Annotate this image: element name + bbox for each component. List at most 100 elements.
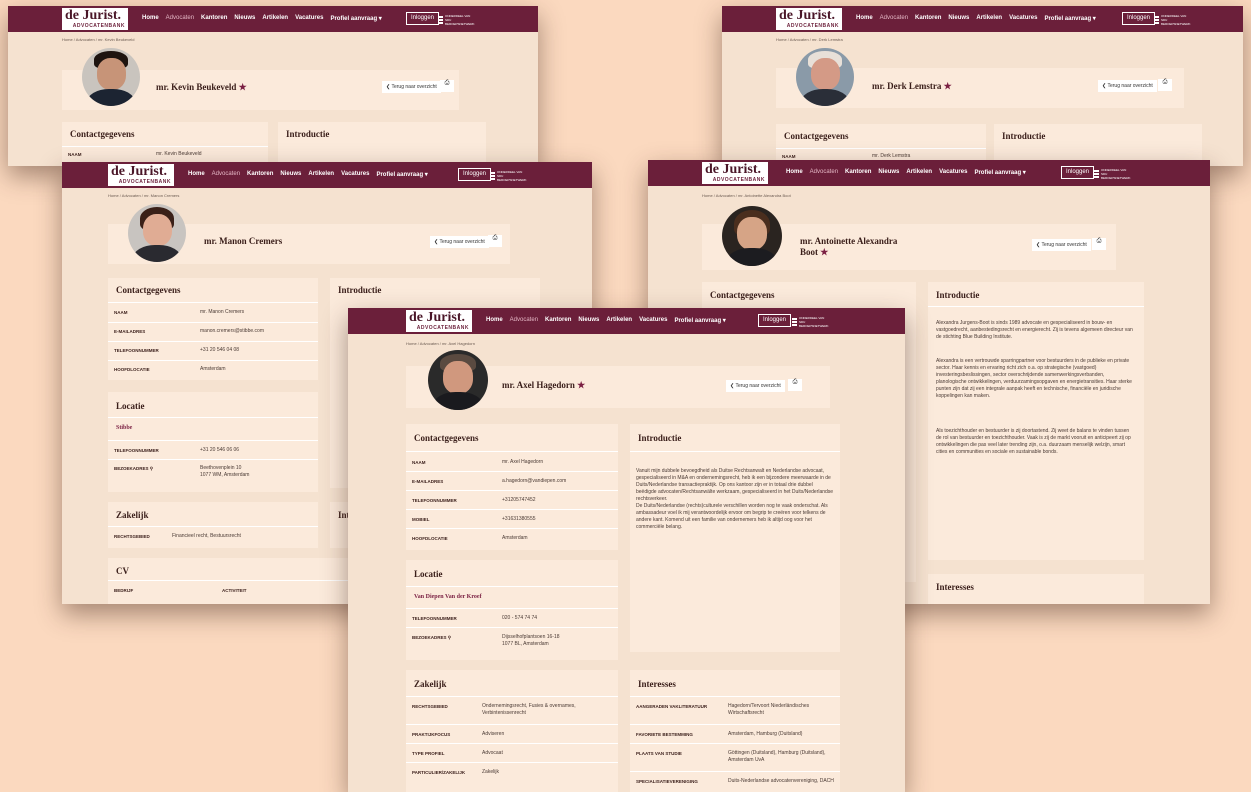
nav-nieuws[interactable]: Nieuws	[234, 15, 255, 22]
nav-artikelen[interactable]: Artikelen	[906, 169, 932, 176]
nav-kantoren[interactable]: Kantoren	[247, 171, 273, 178]
nav-home[interactable]: Home	[142, 15, 159, 22]
nav-nieuws[interactable]: Nieuws	[280, 171, 301, 178]
contact-title: Contactgegevens	[784, 131, 849, 141]
vakliteratuur-label: AANGERADEN VAKLITERATUUR	[636, 704, 708, 709]
dejurist-logo[interactable]: de Jurist. ADVOCATENBANK	[406, 310, 472, 332]
nav-kantoren[interactable]: Kantoren	[545, 317, 571, 324]
nav-advocaten[interactable]: Advocaten	[810, 169, 838, 176]
nav-menu: Home Advocaten Kantoren Nieuws Artikelen…	[856, 15, 1096, 22]
email-link[interactable]: a.hagedorn@vandiepen.com	[502, 478, 566, 485]
email-link[interactable]: manon.cremers@stibbe.com	[200, 328, 264, 335]
name-text: mr. Axel Hagedorn	[502, 380, 575, 390]
dejurist-logo[interactable]: de Jurist. ADVOCATENBANK	[776, 8, 842, 30]
contact-title: Contactgegevens	[70, 129, 135, 139]
print-button[interactable]: ⎙	[1158, 79, 1172, 91]
rechtsgebied-value: Ondernemingsrecht, Fusies & overnames, V…	[482, 703, 576, 716]
top-navbar: de Jurist. ADVOCATENBANK Home Advocaten …	[62, 162, 592, 188]
print-button[interactable]: ⎙	[1092, 238, 1106, 250]
logo-main: de Jurist.	[65, 8, 121, 23]
mobile-label: MOBIEL	[412, 517, 430, 522]
login-button[interactable]: Inloggen	[1061, 166, 1095, 179]
lawyer-name: mr. Axel Hagedorn ★	[502, 380, 585, 391]
nav-profiel-aanvraag[interactable]: Profiel aanvraag ▾	[376, 171, 427, 178]
nav-home[interactable]: Home	[486, 317, 503, 324]
nav-vacatures[interactable]: Vacatures	[341, 171, 369, 178]
visit-address-value: Dijsselhofplantsoen 16-18 1077 BL, Amste…	[502, 634, 560, 647]
lawyer-photo	[428, 350, 488, 410]
nav-artikelen[interactable]: Artikelen	[262, 15, 288, 22]
partner-text: ONDERDEEL VAN SDU BEROEPSNETWERK	[799, 316, 829, 328]
breadcrumb: Home / Advocaten / mr. Derk Lemstra	[776, 37, 843, 42]
lawyer-photo	[796, 48, 854, 106]
visit-address-value: Beethovenplein 10 1077 WM, Amsterdam	[200, 465, 250, 478]
mobile-link[interactable]: +31631380555	[502, 516, 536, 523]
nav-vacatures[interactable]: Vacatures	[295, 15, 323, 22]
dejurist-logo[interactable]: de Jurist. ADVOCATENBANK	[702, 162, 768, 184]
login-button[interactable]: Inloggen	[758, 314, 792, 327]
phone-link[interactable]: +31205747452	[502, 497, 536, 504]
office-phone-link[interactable]: +31 20 546 06 06	[200, 447, 239, 454]
top-navbar: de Jurist. ADVOCATENBANK Home Advocaten …	[348, 308, 905, 334]
nav-menu: Home Advocaten Kantoren Nieuws Artikelen…	[142, 15, 382, 22]
contact-title: Contactgegevens	[116, 285, 181, 295]
nav-nieuws[interactable]: Nieuws	[878, 169, 899, 176]
phone-label: TELEFOONNUMMER	[412, 498, 457, 503]
intro-title: Introductie	[1002, 131, 1046, 141]
nav-home[interactable]: Home	[786, 169, 803, 176]
star-icon: ★	[238, 82, 247, 92]
nav-vacatures[interactable]: Vacatures	[639, 317, 667, 324]
nav-profiel-aanvraag[interactable]: Profiel aanvraag ▾	[1044, 15, 1095, 22]
nav-advocaten[interactable]: Advocaten	[166, 15, 194, 22]
intro-title: Introductie	[936, 290, 980, 300]
print-button[interactable]: ⎙	[488, 235, 502, 247]
dejurist-logo[interactable]: de Jurist. ADVOCATENBANK	[62, 8, 128, 30]
nav-nieuws[interactable]: Nieuws	[578, 317, 599, 324]
office-phone-link[interactable]: 020 - 574 74 74	[502, 615, 537, 622]
nav-advocaten[interactable]: Advocaten	[212, 171, 240, 178]
login-button[interactable]: Inloggen	[406, 12, 440, 25]
nav-vacatures[interactable]: Vacatures	[1009, 15, 1037, 22]
nav-kantoren[interactable]: Kantoren	[915, 15, 941, 22]
nav-kantoren[interactable]: Kantoren	[845, 169, 871, 176]
nav-advocaten[interactable]: Advocaten	[880, 15, 908, 22]
star-icon: ★	[577, 380, 586, 390]
sdu-partner-logo: ONDERDEEL VAN SDU BEROEPSNETWERK	[438, 14, 475, 26]
login-button[interactable]: Inloggen	[458, 168, 492, 181]
back-to-overview-button[interactable]: ❮ Terug naar overzicht	[1032, 239, 1091, 251]
rechtsgebied-value: Financieel recht, Bestuursrecht	[172, 533, 241, 539]
nav-nieuws[interactable]: Nieuws	[948, 15, 969, 22]
intro-paragraph-2: Alexandra is een vertrouwde sparringpart…	[936, 358, 1132, 399]
nav-home[interactable]: Home	[856, 15, 873, 22]
logo-main: de Jurist.	[111, 164, 167, 179]
nav-profiel-aanvraag[interactable]: Profiel aanvraag ▾	[974, 169, 1025, 176]
nav-artikelen[interactable]: Artikelen	[308, 171, 334, 178]
back-to-overview-button[interactable]: ❮ Terug naar overzicht	[430, 236, 489, 248]
back-to-overview-button[interactable]: ❮ Terug naar overzicht	[726, 380, 785, 392]
nav-artikelen[interactable]: Artikelen	[976, 15, 1002, 22]
print-icon: ⎙	[492, 235, 498, 241]
phone-link[interactable]: +31 20 546 04 08	[200, 347, 239, 354]
lawyer-name: mr. Antoinette Alexandra Boot ★	[800, 236, 897, 258]
print-button[interactable]: ⎙	[788, 379, 802, 391]
zakelijk-title: Zakelijk	[414, 679, 447, 689]
login-button[interactable]: Inloggen	[1122, 12, 1156, 25]
cv-col-bedrijf: BEDRIJF	[114, 588, 134, 593]
nav-kantoren[interactable]: Kantoren	[201, 15, 227, 22]
back-to-overview-button[interactable]: ❮ Terug naar overzicht	[1098, 80, 1157, 92]
nav-profiel-aanvraag[interactable]: Profiel aanvraag ▾	[674, 317, 725, 324]
nav-artikelen[interactable]: Artikelen	[606, 317, 632, 324]
dejurist-logo[interactable]: de Jurist. ADVOCATENBANK	[108, 164, 174, 186]
nav-advocaten[interactable]: Advocaten	[510, 317, 538, 324]
nav-profiel-aanvraag[interactable]: Profiel aanvraag ▾	[330, 15, 381, 22]
logo-main: de Jurist.	[705, 162, 761, 177]
nav-vacatures[interactable]: Vacatures	[939, 169, 967, 176]
zakelijk-card: Zakelijk RECHTSGEBIED Ondernemingsrecht,…	[406, 670, 618, 792]
nav-home[interactable]: Home	[188, 171, 205, 178]
star-icon: ★	[820, 247, 829, 257]
office-name-link[interactable]: Van Diepen Van der Kroef	[414, 594, 482, 600]
office-name-link[interactable]: Stibbe	[116, 425, 132, 431]
back-to-overview-button[interactable]: ❮ Terug naar overzicht	[382, 81, 441, 93]
print-button[interactable]: ⎙	[440, 80, 454, 92]
intro-title: Introductie	[286, 129, 330, 139]
